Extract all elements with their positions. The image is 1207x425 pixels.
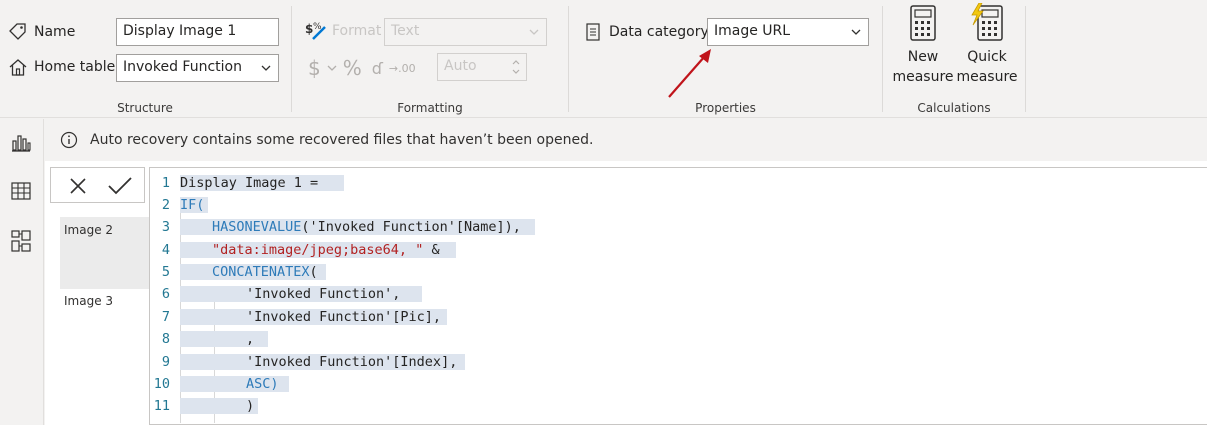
function-hasonevalue: HASONEVALUE	[212, 219, 302, 235]
line-number: 7	[161, 309, 170, 325]
calculations-group: New measure Quick measure Calculations	[883, 0, 1025, 118]
new-measure-label-line1: New	[907, 49, 939, 65]
code-line: ,	[180, 331, 269, 347]
calculator-icon	[910, 5, 936, 41]
format-row: $% Format	[305, 20, 381, 42]
structure-group-label: Structure	[117, 101, 173, 115]
code-line: 'Invoked Function'[Pic],	[180, 309, 448, 325]
code-text: (	[309, 264, 318, 280]
line-number: 2	[161, 197, 170, 213]
number-format-buttons: $ % ɗ →.00	[308, 56, 416, 80]
data-category-value: Image URL	[714, 23, 791, 39]
code-line: )	[180, 398, 259, 414]
format-label: Format	[332, 23, 382, 39]
name-row: Name	[8, 22, 75, 42]
home-table-select[interactable]: Invoked Function	[116, 54, 279, 82]
line-number: 8	[161, 331, 170, 347]
red-arrow-annotation	[668, 49, 711, 98]
formula-editor[interactable]: 1 Display Image 1 = 2 IF( 3 HASONEVALUE(…	[149, 167, 1207, 425]
cancel-icon[interactable]	[69, 177, 87, 195]
currency-button[interactable]: $	[308, 56, 321, 80]
new-measure-label-line2: measure	[892, 69, 954, 85]
code-line: 'Invoked Function',	[180, 286, 423, 302]
format-icon: $%	[305, 22, 326, 40]
tag-icon	[9, 23, 26, 40]
code-line: "data:image/jpeg;base64, " &	[180, 242, 456, 258]
format-value: Text	[391, 23, 420, 39]
chevron-down-icon	[261, 65, 271, 71]
code-line: ASC)	[180, 376, 289, 392]
spinner-arrows-icon	[512, 60, 520, 74]
decimals-spinner[interactable]: Auto	[437, 53, 527, 81]
percent-button[interactable]: %	[343, 56, 362, 80]
table-cell: Image 3	[64, 294, 114, 308]
data-category-label: Data category	[609, 24, 709, 40]
home-table-label: Home table	[34, 59, 116, 75]
calculations-group-label: Calculations	[917, 101, 991, 115]
home-table-value: Invoked Function	[123, 59, 242, 75]
comma-button[interactable]: ɗ	[372, 59, 383, 78]
table-cell: Image 2	[64, 223, 114, 237]
name-input[interactable]: Display Image 1	[116, 18, 279, 46]
line-number: 5	[161, 264, 170, 280]
properties-group: Data category Image URL Properties	[569, 0, 882, 118]
line-number: 4	[161, 242, 170, 258]
function-concatenatex: CONCATENATEX	[212, 264, 310, 280]
quick-measure-label-line1: Quick	[967, 49, 1007, 65]
data-category-select[interactable]: Image URL	[707, 18, 869, 46]
line-number: 11	[153, 398, 170, 414]
infobar-message: Auto recovery contains some recovered fi…	[90, 132, 594, 148]
string-literal: "data:image/jpeg;base64, "	[212, 242, 424, 258]
quick-measure-button[interactable]: Quick measure	[955, 2, 1019, 87]
line-number: 6	[161, 286, 170, 302]
code-line: 'Invoked Function'[Index],	[180, 354, 466, 370]
data-category-icon	[586, 23, 600, 41]
format-select[interactable]: Text	[384, 18, 547, 46]
formatting-group-label: Formatting	[397, 101, 463, 115]
data-category-row: Data category	[585, 22, 709, 42]
code-line: CONCATENATEX(	[180, 264, 326, 280]
line-number: 10	[153, 376, 170, 392]
table-row[interactable]: Image 2	[60, 217, 150, 289]
line-number: 1	[161, 175, 170, 191]
home-table-row: Home table	[8, 57, 115, 77]
chevron-down-icon	[851, 29, 861, 35]
info-icon	[60, 131, 78, 149]
code-line: HASONEVALUE('Invoked Function'[Name]),	[180, 219, 535, 235]
new-measure-button[interactable]: New measure	[891, 5, 955, 87]
report-view-icon[interactable]	[10, 133, 32, 153]
decimals-value: Auto	[444, 58, 477, 74]
formula-commit-buttons	[50, 167, 145, 203]
auto-recovery-infobar: Auto recovery contains some recovered fi…	[44, 119, 1207, 161]
line-number: 3	[161, 219, 170, 235]
structure-group: Name Display Image 1 Home table Invoked …	[0, 0, 290, 118]
commit-check-icon[interactable]	[107, 176, 133, 196]
data-view-icon[interactable]	[10, 181, 32, 201]
name-label: Name	[34, 24, 76, 40]
divider	[1025, 6, 1026, 112]
code-text: ('Invoked Function'[Name]),	[301, 219, 521, 235]
quick-calculator-icon	[971, 2, 1003, 41]
table-row[interactable]: Image 3	[60, 288, 150, 328]
quick-measure-label-line2: measure	[956, 69, 1018, 85]
code-text: &	[423, 242, 440, 258]
chevron-down-icon[interactable]	[327, 64, 337, 72]
model-view-icon[interactable]	[10, 229, 32, 253]
properties-group-label: Properties	[695, 101, 756, 115]
formatting-group: $% Format Text $ % ɗ →.00 Auto Formattin…	[292, 0, 568, 118]
view-switcher	[0, 119, 44, 425]
code-line: IF(	[180, 197, 209, 213]
chevron-down-icon	[529, 29, 539, 35]
code-line: Display Image 1 =	[180, 175, 345, 191]
ribbon: Name Display Image 1 Home table Invoked …	[0, 0, 1207, 118]
line-number: 9	[161, 354, 170, 370]
home-icon	[9, 59, 27, 76]
decimal-button[interactable]: →.00	[389, 62, 416, 75]
